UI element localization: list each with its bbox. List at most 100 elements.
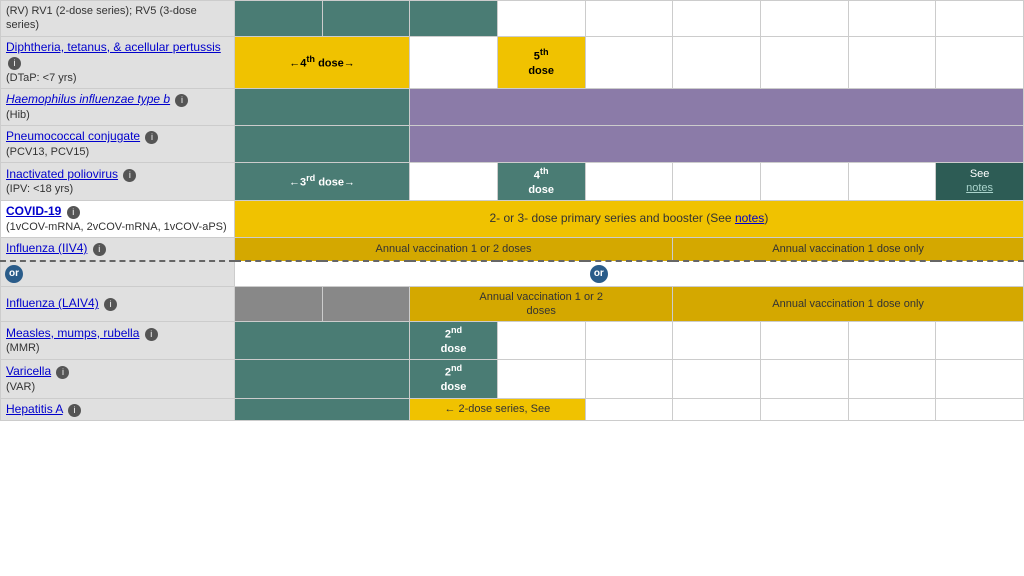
rv-col2 bbox=[322, 1, 410, 37]
pcv-info-icon[interactable]: i bbox=[145, 131, 158, 144]
dtap-empty6 bbox=[936, 36, 1024, 88]
hepa-empty2 bbox=[673, 398, 761, 421]
mmr-2nd-dose: 2nddose bbox=[410, 322, 498, 360]
iiv4-annual-1-2: Annual vaccination 1 or 2 doses bbox=[234, 238, 672, 261]
vaccine-label-varicella: Varicella i (VAR) bbox=[1, 360, 235, 398]
mmr-empty4 bbox=[760, 322, 848, 360]
dtap-link[interactable]: Diphtheria, tetanus, & acellular pertuss… bbox=[6, 40, 221, 54]
pcv-sub: (PCV13, PCV15) bbox=[6, 145, 229, 159]
varicella-sub: (VAR) bbox=[6, 380, 229, 394]
rv-col1 bbox=[234, 1, 322, 37]
mmr-empty1 bbox=[497, 322, 585, 360]
var-empty3 bbox=[673, 360, 761, 398]
or-label-cell: or bbox=[1, 261, 235, 287]
rv-col5 bbox=[585, 1, 673, 37]
vaccine-label-dtap: Diphtheria, tetanus, & acellular pertuss… bbox=[1, 36, 235, 88]
var-empty5 bbox=[848, 360, 936, 398]
varicella-info-icon[interactable]: i bbox=[56, 366, 69, 379]
covid-link[interactable]: COVID-19 bbox=[6, 204, 61, 218]
rv-col4 bbox=[497, 1, 585, 37]
table-row-covid: COVID-19 i (1vCOV-mRNA, 2vCOV-mRNA, 1vCO… bbox=[1, 201, 1024, 238]
hepa-empty4 bbox=[848, 398, 936, 421]
var-empty4 bbox=[760, 360, 848, 398]
covid-sub: (1vCOV-mRNA, 2vCOV-mRNA, 1vCOV-aPS) bbox=[6, 220, 229, 234]
mmr-teal bbox=[234, 322, 409, 360]
table-row-influenza-iiv4: Influenza (IIV4) i Annual vaccination 1 … bbox=[1, 238, 1024, 261]
table-row-ipv: Inactivated poliovirus i (IPV: <18 yrs) … bbox=[1, 162, 1024, 200]
ipv-notes-link[interactable]: notes bbox=[966, 182, 993, 194]
iiv4-info-icon[interactable]: i bbox=[93, 243, 106, 256]
table-row-varicella: Varicella i (VAR) 2nddose bbox=[1, 360, 1024, 398]
rv-label-text: (RV) RV1 (2-dose series); RV5 (3-dose se… bbox=[6, 5, 197, 31]
var-empty6 bbox=[936, 360, 1024, 398]
rv-col6 bbox=[673, 1, 761, 37]
dtap-empty4 bbox=[760, 36, 848, 88]
table-row-dtap: Diphtheria, tetanus, & acellular pertuss… bbox=[1, 36, 1024, 88]
hepa-link[interactable]: Hepatitis A bbox=[6, 402, 63, 416]
vaccine-schedule-table: (RV) RV1 (2-dose series); RV5 (3-dose se… bbox=[0, 0, 1024, 421]
varicella-link[interactable]: Varicella bbox=[6, 364, 51, 378]
table-row-influenza-laiv4: Influenza (LAIV4) i Annual vaccination 1… bbox=[1, 286, 1024, 322]
hepa-info-icon[interactable]: i bbox=[68, 404, 81, 417]
pcv-purple bbox=[410, 125, 1024, 162]
covid-info-icon[interactable]: i bbox=[67, 206, 80, 219]
table-row-pcv: Pneumococcal conjugate i (PCV13, PCV15) bbox=[1, 125, 1024, 162]
vaccine-label-iiv4: Influenza (IIV4) i bbox=[1, 238, 235, 261]
laiv4-link[interactable]: Influenza (LAIV4) bbox=[6, 296, 99, 310]
table-row-hepa: Hepatitis A i ← 2-dose series, See bbox=[1, 398, 1024, 421]
var-2nd-dose: 2nddose bbox=[410, 360, 498, 398]
vaccine-label-laiv4: Influenza (LAIV4) i bbox=[1, 286, 235, 322]
ipv-empty4 bbox=[760, 162, 848, 200]
pcv-teal bbox=[234, 125, 409, 162]
var-empty1 bbox=[497, 360, 585, 398]
dtap-info-icon[interactable]: i bbox=[8, 57, 21, 70]
vaccine-label-hepa: Hepatitis A i bbox=[1, 398, 235, 421]
hepa-empty1 bbox=[585, 398, 673, 421]
laiv4-gray2 bbox=[322, 286, 410, 322]
hib-link[interactable]: Haemophilus influenzae type b bbox=[6, 92, 170, 106]
laiv4-info-icon[interactable]: i bbox=[104, 298, 117, 311]
mmr-empty2 bbox=[585, 322, 673, 360]
dtap-4th-dose: ←4th dose→ bbox=[234, 36, 409, 88]
vaccine-label-rv: (RV) RV1 (2-dose series); RV5 (3-dose se… bbox=[1, 1, 235, 37]
laiv4-annual-1: Annual vaccination 1 dose only bbox=[673, 286, 1024, 322]
hepa-empty5 bbox=[936, 398, 1024, 421]
iiv4-annual-1: Annual vaccination 1 dose only bbox=[673, 238, 1024, 261]
mmr-empty5 bbox=[848, 322, 936, 360]
vaccine-label-covid: COVID-19 i (1vCOV-mRNA, 2vCOV-mRNA, 1vCO… bbox=[1, 201, 235, 238]
ipv-empty2 bbox=[585, 162, 673, 200]
table-row-mmr: Measles, mumps, rubella i (MMR) 2nddose bbox=[1, 322, 1024, 360]
hib-info-icon[interactable]: i bbox=[175, 94, 188, 107]
ipv-empty3 bbox=[673, 162, 761, 200]
hib-sub: (Hib) bbox=[6, 108, 229, 122]
dtap-sub: (DTaP: <7 yrs) bbox=[6, 71, 229, 85]
ipv-link[interactable]: Inactivated poliovirus bbox=[6, 167, 118, 181]
mmr-empty6 bbox=[936, 322, 1024, 360]
mmr-info-icon[interactable]: i bbox=[145, 328, 158, 341]
ipv-sub: (IPV: <18 yrs) bbox=[6, 182, 229, 196]
mmr-sub: (MMR) bbox=[6, 341, 229, 355]
covid-notes-link[interactable]: notes bbox=[735, 211, 764, 225]
rv-col9 bbox=[936, 1, 1024, 37]
pcv-link[interactable]: Pneumococcal conjugate bbox=[6, 129, 140, 143]
or-badge: or bbox=[5, 265, 23, 283]
ipv-info-icon[interactable]: i bbox=[123, 169, 136, 182]
or-badge-right: or bbox=[590, 265, 608, 283]
table-row-or: or or bbox=[1, 261, 1024, 287]
ipv-empty5 bbox=[848, 162, 936, 200]
dtap-empty3 bbox=[673, 36, 761, 88]
hepa-empty3 bbox=[760, 398, 848, 421]
vaccine-label-mmr: Measles, mumps, rubella i (MMR) bbox=[1, 322, 235, 360]
vaccine-label-ipv: Inactivated poliovirus i (IPV: <18 yrs) bbox=[1, 162, 235, 200]
var-teal bbox=[234, 360, 409, 398]
dtap-empty2 bbox=[585, 36, 673, 88]
dtap-5th-dose: 5thdose bbox=[497, 36, 585, 88]
vaccine-label-hib: Haemophilus influenzae type b i (Hib) bbox=[1, 89, 235, 126]
rv-col3 bbox=[410, 1, 498, 37]
iiv4-link[interactable]: Influenza (IIV4) bbox=[6, 241, 87, 255]
rv-col7 bbox=[760, 1, 848, 37]
hepa-teal bbox=[234, 398, 409, 421]
or-spacer: or bbox=[234, 261, 1023, 287]
vaccine-label-pcv: Pneumococcal conjugate i (PCV13, PCV15) bbox=[1, 125, 235, 162]
mmr-link[interactable]: Measles, mumps, rubella bbox=[6, 326, 139, 340]
